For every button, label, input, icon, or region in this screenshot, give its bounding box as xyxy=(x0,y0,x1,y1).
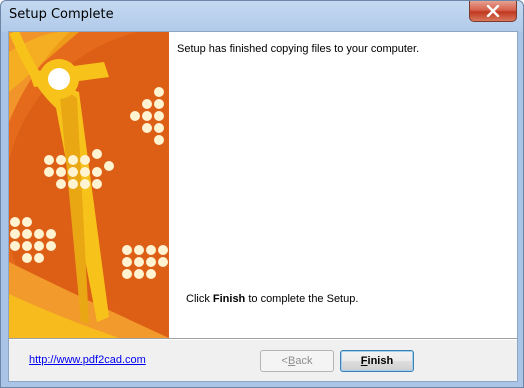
finish-instruction-suffix: to complete the Setup. xyxy=(245,293,359,305)
back-button-accel: B xyxy=(287,355,296,367)
completion-message: Setup has finished copying files to your… xyxy=(177,43,420,55)
title-bar[interactable]: Setup Complete xyxy=(1,1,523,31)
main-panel: Setup has finished copying files to your… xyxy=(169,32,517,338)
setup-complete-window: Setup Complete Setup has finished copyin… xyxy=(0,0,524,388)
setup-banner-image xyxy=(9,32,169,338)
window-title: Setup Complete xyxy=(9,7,114,22)
finish-button-accel: F xyxy=(360,355,368,367)
footer-separator xyxy=(9,338,517,340)
finish-button[interactable]: Finish xyxy=(340,350,414,372)
back-button-rest: ack xyxy=(295,355,313,367)
finish-button-rest: inish xyxy=(367,355,394,367)
compass-illustration xyxy=(9,32,169,338)
back-button[interactable]: < Back xyxy=(260,350,334,372)
close-button[interactable] xyxy=(469,1,517,22)
close-icon xyxy=(486,5,500,17)
finish-instruction: Click Finish to complete the Setup. xyxy=(186,293,358,305)
dialog-client-area: Setup has finished copying files to your… xyxy=(8,31,518,382)
finish-instruction-bold: Finish xyxy=(212,293,246,305)
website-link[interactable]: http://www.pdf2cad.com xyxy=(29,354,146,366)
finish-instruction-prefix: Click xyxy=(186,293,213,305)
